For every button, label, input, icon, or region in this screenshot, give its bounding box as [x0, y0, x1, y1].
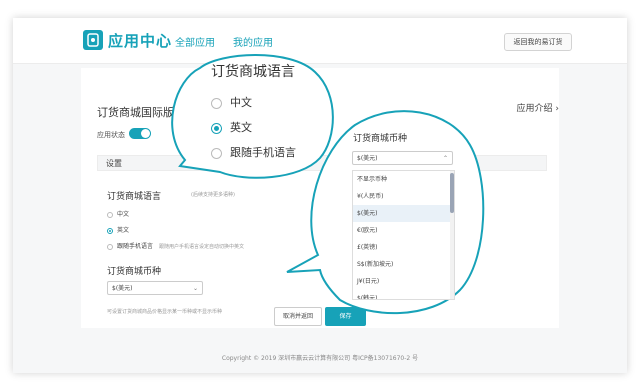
currency-option[interactable]: ¥(人民币) [353, 188, 454, 205]
radio-checked-icon [211, 122, 222, 134]
zoom-currency-select[interactable]: $(美元) ⌃ [352, 151, 453, 165]
radio-icon [211, 147, 222, 159]
zoom-language-option-chinese[interactable]: 中文 [211, 94, 252, 110]
currency-option[interactable]: 不显示币种 [353, 171, 454, 188]
zoom-currency-select-value: $(美元) [357, 155, 378, 162]
currency-option-selected[interactable]: $(美元) [353, 205, 454, 222]
option-label: 英文 [230, 121, 252, 134]
option-label: 中文 [230, 96, 252, 109]
zoom-currency-title: 订货商城币种 [353, 134, 408, 144]
radio-icon [211, 97, 222, 109]
callout-bubbles [171, 54, 485, 315]
currency-option[interactable]: $(韩元) [353, 290, 454, 299]
zoom-language-option-follow-phone[interactable]: 跟随手机语言 [211, 144, 296, 160]
chevron-up-icon: ⌃ [442, 155, 448, 162]
currency-dropdown-list[interactable]: 不显示币种 ¥(人民币) $(美元) €(欧元) £(英镑) S$(新加坡元) … [352, 170, 455, 300]
currency-option[interactable]: S$(新加坡元) [353, 256, 454, 273]
zoom-language-option-english[interactable]: 英文 [211, 119, 252, 135]
currency-option[interactable]: J¥(日元) [353, 273, 454, 290]
option-label: 跟随手机语言 [230, 146, 296, 159]
dropdown-scrollbar[interactable] [450, 171, 454, 299]
scrollbar-thumb[interactable] [450, 173, 454, 213]
zoom-language-title: 订货商城语言 [211, 64, 295, 80]
currency-option[interactable]: £(英镑) [353, 239, 454, 256]
currency-option[interactable]: €(欧元) [353, 222, 454, 239]
